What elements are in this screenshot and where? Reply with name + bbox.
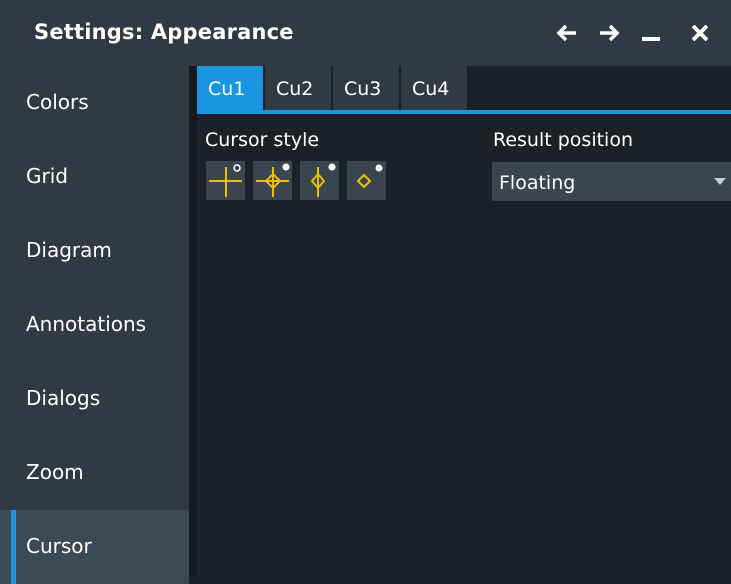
- forward-arrow-icon: [600, 24, 620, 42]
- sidebar-item-label: Dialogs: [26, 386, 101, 410]
- result-position-value: Floating: [499, 172, 576, 194]
- diamond-cursor-icon: [356, 164, 383, 189]
- close-button[interactable]: [683, 14, 717, 52]
- window-title: Settings: Appearance: [34, 20, 294, 44]
- sidebar-item-cursor[interactable]: Cursor: [0, 510, 189, 584]
- tab-label: Cu4: [412, 78, 450, 100]
- back-button[interactable]: [550, 14, 584, 52]
- tab-cu3[interactable]: Cu3: [333, 66, 399, 110]
- cursor-style-label: Cursor style: [205, 129, 320, 151]
- sidebar-item-label: Diagram: [26, 238, 112, 262]
- crosshair-cursor-icon: [209, 164, 242, 197]
- sidebar-item-annotations[interactable]: Annotations: [0, 288, 189, 362]
- tab-underline: [197, 110, 731, 114]
- forward-button[interactable]: [592, 14, 626, 52]
- minimize-button[interactable]: [634, 14, 668, 52]
- tab-label: Cu3: [344, 78, 382, 100]
- cursor-style-crosshair-button[interactable]: [205, 160, 246, 201]
- result-position-select[interactable]: Floating: [492, 162, 731, 201]
- cursor-style-diamond-button[interactable]: [346, 160, 387, 201]
- sidebar-item-grid[interactable]: Grid: [0, 140, 189, 214]
- minimize-icon: [642, 37, 660, 41]
- crosshair-diamond-cursor-icon: [256, 163, 290, 197]
- tab-label: Cu2: [276, 78, 314, 100]
- vertical-diamond-cursor-icon: [310, 163, 336, 197]
- sidebar-item-label: Zoom: [26, 460, 84, 484]
- cursor-style-crosshair-diamond-button[interactable]: [252, 160, 293, 201]
- title-bar: Settings: Appearance: [0, 0, 731, 66]
- close-icon: [691, 24, 709, 42]
- settings-sidebar: Colors Grid Diagram Annotations Dialogs …: [0, 66, 189, 584]
- sidebar-item-label: Annotations: [26, 312, 147, 336]
- back-arrow-icon: [556, 24, 576, 42]
- panel-divider: [189, 66, 197, 576]
- tab-cu2[interactable]: Cu2: [265, 66, 331, 110]
- tab-cu4[interactable]: Cu4: [401, 66, 467, 110]
- sidebar-item-label: Grid: [26, 164, 68, 188]
- sidebar-item-zoom[interactable]: Zoom: [0, 436, 189, 510]
- tab-cu1[interactable]: Cu1: [197, 66, 263, 110]
- sidebar-item-label: Colors: [26, 90, 89, 114]
- sidebar-item-label: Cursor: [26, 534, 92, 558]
- cursor-tabs: Cu1 Cu2 Cu3 Cu4: [197, 66, 731, 110]
- sidebar-item-diagram[interactable]: Diagram: [0, 214, 189, 288]
- cursor-style-vertical-diamond-button[interactable]: [299, 160, 340, 201]
- chevron-down-icon: [714, 178, 726, 185]
- result-position-label: Result position: [493, 129, 634, 151]
- tab-label: Cu1: [208, 78, 246, 100]
- active-indicator: [11, 510, 16, 584]
- sidebar-item-colors[interactable]: Colors: [0, 66, 189, 140]
- sidebar-item-dialogs[interactable]: Dialogs: [0, 362, 189, 436]
